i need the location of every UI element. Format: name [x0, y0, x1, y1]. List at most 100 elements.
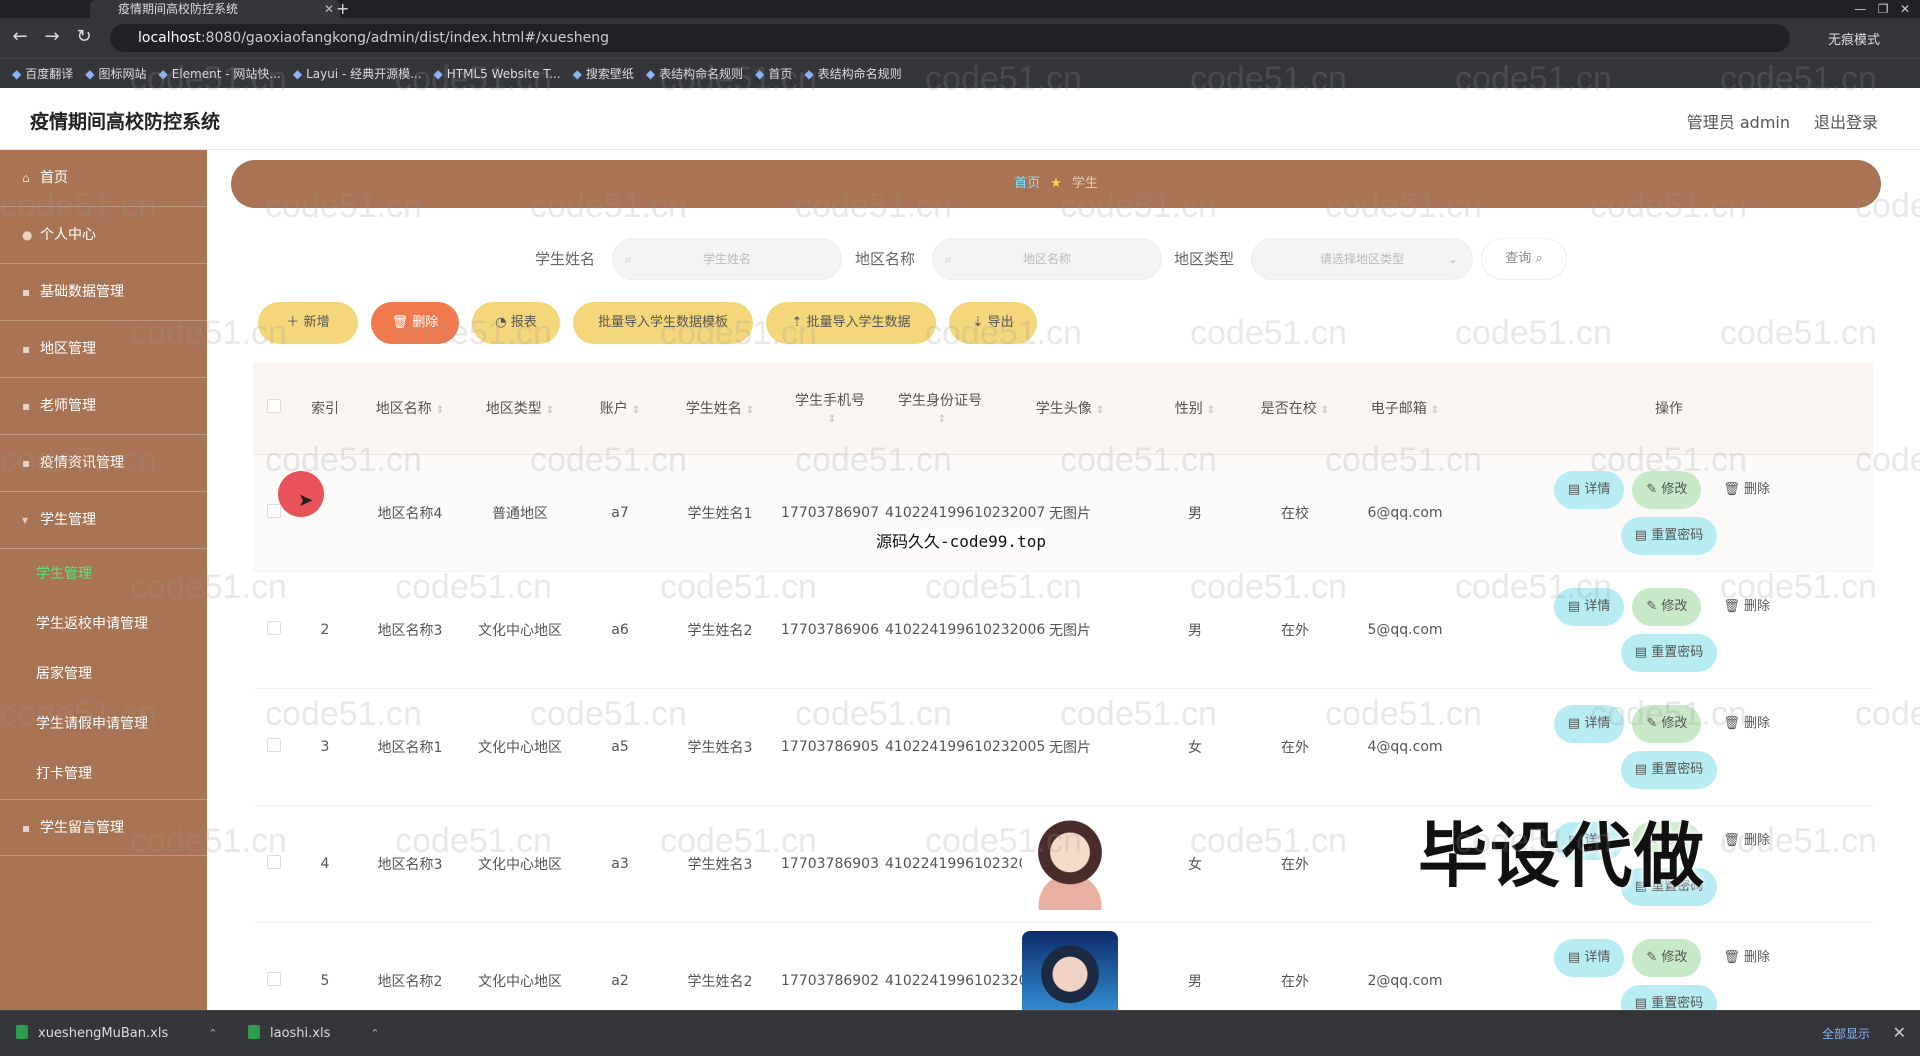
row-checkbox[interactable]: [267, 854, 281, 869]
delete-button[interactable]: 🗑 删除: [1709, 822, 1784, 860]
sort-icon[interactable]: ⇕: [938, 414, 946, 425]
bookmark-item[interactable]: ◆ HTML5 Website T...: [434, 59, 561, 89]
select-all-cell[interactable]: [253, 362, 295, 455]
row-checkbox[interactable]: [267, 971, 281, 986]
edit-button[interactable]: ✎ 修改: [1632, 704, 1702, 743]
close-icon[interactable]: ✕: [324, 0, 334, 18]
new-tab-icon[interactable]: +: [336, 0, 349, 18]
sidebar-sub-home-quarantine[interactable]: 居家管理: [0, 649, 207, 699]
edit-button[interactable]: ✎ 修改: [1632, 938, 1702, 977]
delete-button[interactable]: 🗑 删除: [1709, 939, 1784, 977]
sidebar-item-message[interactable]: ▪ 学生留言管理: [0, 799, 207, 856]
reset-password-button[interactable]: ▤ 重置密码: [1620, 984, 1718, 1010]
forward-icon[interactable]: →: [40, 26, 64, 47]
query-button[interactable]: 查询 ⌕: [1481, 238, 1567, 280]
show-all-downloads-link[interactable]: 全部显示: [1822, 1025, 1870, 1042]
type-select[interactable]: 请选择地区类型 ⌄: [1251, 238, 1473, 280]
column-header[interactable]: 学生姓名 ⇕: [665, 362, 775, 455]
bookmark-label: 表结构命名规则: [817, 67, 902, 81]
detail-button[interactable]: ▤ 详情: [1553, 704, 1625, 743]
sort-icon[interactable]: ⇕: [1431, 405, 1439, 416]
sort-icon[interactable]: ⇕: [1096, 405, 1104, 416]
sidebar-sub-checkin[interactable]: 打卡管理: [0, 749, 207, 799]
delete-button[interactable]: 🗑 删除: [1709, 471, 1784, 509]
bookmark-item[interactable]: ◆ 表结构命名规则: [646, 59, 743, 89]
column-header[interactable]: 电子邮箱 ⇕: [1345, 362, 1465, 455]
detail-button[interactable]: ▤ 详情: [1553, 938, 1625, 977]
sidebar-sub-student[interactable]: 学生管理: [0, 549, 207, 599]
reload-icon[interactable]: ↻: [72, 26, 96, 47]
delete-button[interactable]: 🗑 删除: [371, 302, 459, 344]
checkbox-cell[interactable]: [253, 688, 295, 806]
delete-button[interactable]: 🗑 删除: [1709, 588, 1784, 626]
row-checkbox[interactable]: [267, 503, 281, 518]
edit-button[interactable]: ✎ 修改: [1632, 587, 1702, 626]
logout-link[interactable]: 退出登录: [1814, 109, 1878, 133]
sort-icon[interactable]: ⇕: [1207, 405, 1215, 416]
column-header[interactable]: 是否在校 ⇕: [1245, 362, 1345, 455]
column-header[interactable]: 学生头像 ⇕: [995, 362, 1145, 455]
detail-button[interactable]: ▤ 详情: [1553, 470, 1625, 509]
column-header[interactable]: 地区类型 ⇕: [465, 362, 575, 455]
header-label: 性别: [1174, 400, 1203, 417]
sidebar-sub-leave-apply[interactable]: 学生请假申请管理: [0, 699, 207, 749]
browser-tab[interactable]: 疫情期间高校防控系统 ✕: [90, 0, 340, 18]
sort-icon[interactable]: ⇕: [746, 405, 754, 416]
bookmark-item[interactable]: ◆ 搜索壁纸: [573, 59, 634, 89]
import-data-button[interactable]: ⇡ 批量导入学生数据: [766, 302, 936, 344]
column-header[interactable]: 性别 ⇕: [1145, 362, 1245, 455]
area-search-input[interactable]: ⌕ 地区名称: [932, 238, 1162, 280]
sidebar-item-home[interactable]: ⌂ 首页: [0, 150, 207, 207]
reset-password-button[interactable]: ▤ 重置密码: [1620, 750, 1718, 789]
cell-value: 学生姓名2: [687, 973, 753, 990]
bookmark-item[interactable]: ◆ 百度翻译: [12, 59, 73, 89]
download-item[interactable]: xueshengMuBan.xls ⌃: [0, 1011, 217, 1057]
chevron-up-icon[interactable]: ⌃: [208, 1027, 217, 1040]
checkbox-cell[interactable]: [253, 571, 295, 689]
reset-password-button[interactable]: ▤ 重置密码: [1620, 633, 1718, 672]
sidebar-item-teacher[interactable]: ▪ 老师管理: [0, 378, 207, 435]
bookmark-item[interactable]: ◆ 图标网站: [85, 59, 146, 89]
close-icon[interactable]: ✕: [1893, 1023, 1906, 1042]
sort-icon[interactable]: ⇕: [436, 405, 444, 416]
sidebar-item-basic-data[interactable]: ▪ 基础数据管理: [0, 264, 207, 321]
row-checkbox[interactable]: [267, 737, 281, 752]
sidebar-item-student[interactable]: ▾ 学生管理: [0, 492, 207, 549]
select-all-checkbox[interactable]: [267, 398, 281, 413]
sidebar-item-area[interactable]: ▪ 地区管理: [0, 321, 207, 378]
sort-icon[interactable]: ⇕: [546, 405, 554, 416]
chevron-up-icon[interactable]: ⌃: [370, 1027, 379, 1040]
sidebar-item-profile[interactable]: ● 个人中心: [0, 207, 207, 264]
delete-button[interactable]: 🗑 删除: [1709, 705, 1784, 743]
checkbox-cell[interactable]: [253, 922, 295, 1010]
detail-button[interactable]: ▤ 详情: [1553, 587, 1625, 626]
sidebar-item-news[interactable]: ▪ 疫情资讯管理: [0, 435, 207, 492]
incognito-badge[interactable]: 无痕模式: [1828, 29, 1880, 48]
sort-icon[interactable]: ⇕: [828, 414, 836, 425]
bookmark-item[interactable]: ◆ 首页: [755, 59, 792, 89]
sidebar-sub-return-apply[interactable]: 学生返校申请管理: [0, 599, 207, 649]
column-header[interactable]: 学生身份证号 ⇕: [885, 362, 995, 455]
edit-button[interactable]: ✎ 修改: [1632, 470, 1702, 509]
back-icon[interactable]: ←: [8, 26, 32, 47]
download-item[interactable]: laoshi.xls ⌃: [232, 1011, 380, 1057]
column-header[interactable]: 账户 ⇕: [575, 362, 665, 455]
name-search-input[interactable]: ⌕ 学生姓名: [612, 238, 842, 280]
report-button[interactable]: ◔ 报表: [472, 302, 560, 344]
url-field[interactable]: localhost:8080/gaoxiaofangkong/admin/dis…: [110, 24, 1790, 52]
import-template-button[interactable]: 批量导入学生数据模板: [573, 302, 753, 344]
column-header[interactable]: 学生手机号 ⇕: [775, 362, 885, 455]
sort-icon[interactable]: ⇕: [1321, 405, 1329, 416]
column-header[interactable]: 地区名称 ⇕: [355, 362, 465, 455]
checkbox-cell[interactable]: [253, 805, 295, 923]
sort-icon[interactable]: ⇕: [632, 405, 640, 416]
breadcrumb-home[interactable]: 首页: [1014, 176, 1040, 191]
window-controls[interactable]: — ❐ ✕: [1854, 0, 1910, 18]
add-button[interactable]: ＋ 新增: [258, 302, 358, 344]
export-button[interactable]: ⇣ 导出: [949, 302, 1037, 344]
reset-password-button[interactable]: ▤ 重置密码: [1620, 516, 1718, 555]
row-checkbox[interactable]: [267, 620, 281, 635]
bookmark-item[interactable]: ◆ Layui - 经典开源模...: [293, 59, 422, 89]
bookmark-item[interactable]: ◆ 表结构命名规则: [804, 59, 901, 89]
bookmark-item[interactable]: ◆ Element - 网站快...: [159, 59, 281, 89]
